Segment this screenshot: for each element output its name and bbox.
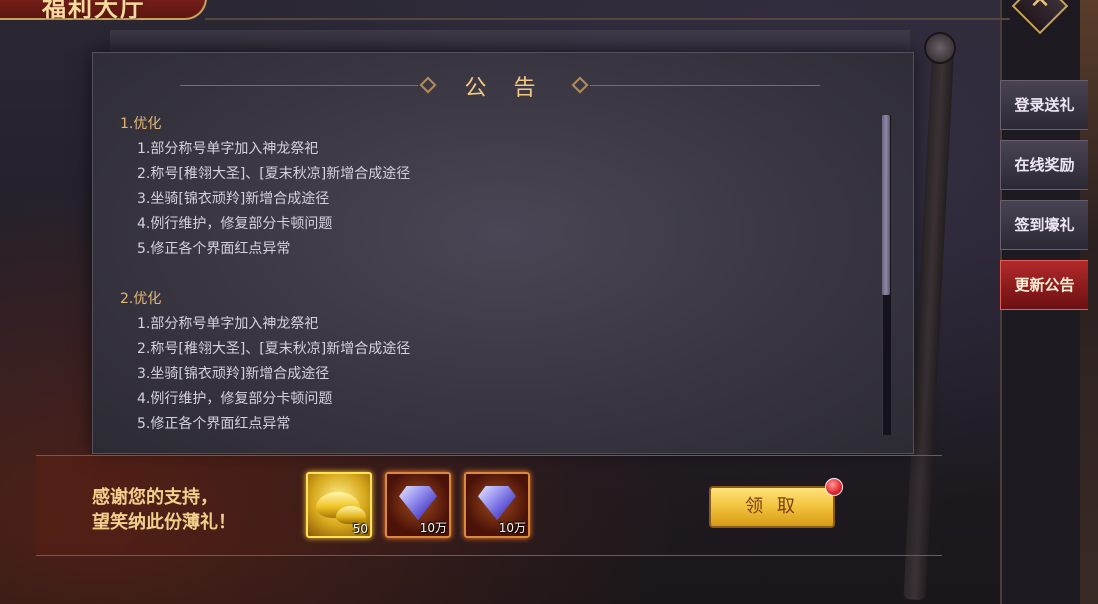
- list-item: 3.坐骑[锦衣顽羚]新增合成途径: [137, 191, 330, 207]
- close-x-icon[interactable]: ✕: [1024, 0, 1056, 16]
- list-item: 4.例行维护，修复部分卡顿问题: [137, 391, 333, 407]
- list-item: 4.例行维护，修复部分卡顿问题: [137, 216, 333, 232]
- reward-quantity: 10万: [419, 521, 447, 535]
- list-item: 5.修正各个界面红点异常: [137, 416, 291, 432]
- thanks-line-1: 感谢您的支持，: [92, 487, 218, 508]
- list-item: 1.部分称号单字加入神龙祭祀: [137, 141, 319, 157]
- notification-dot: [825, 478, 843, 496]
- reward-top-divider: [36, 455, 942, 456]
- thanks-line-2: 望笑纳此份薄礼！: [92, 512, 236, 533]
- claim-button[interactable]: 领 取: [709, 486, 835, 528]
- reward-quantity: 10万: [498, 521, 526, 535]
- reward-item-gold[interactable]: 50: [306, 472, 372, 538]
- list-item: 1.部分称号单字加入神龙祭祀: [137, 316, 319, 332]
- section-title: 1.优化: [120, 116, 162, 132]
- window-title: 福利大厅: [42, 0, 146, 22]
- announcement-heading: 公 告: [464, 76, 546, 101]
- scroll-knob-decoration: [924, 32, 956, 64]
- list-item: 5.修正各个界面红点异常: [137, 241, 291, 257]
- heading-right-line: [590, 85, 820, 86]
- diamond-icon: [399, 486, 437, 520]
- announcement-content: 1.优化 1.部分称号单字加入神龙祭祀 2.称号[稚翎大圣]、[夏末秋凉]新增合…: [120, 112, 820, 437]
- thanks-message: 感谢您的支持， 望笑纳此份薄礼！: [92, 485, 236, 535]
- heading-left-line: [180, 85, 418, 86]
- section-title: 2.优化: [120, 291, 162, 307]
- reward-quantity: 50: [352, 522, 368, 536]
- list-item: 2.称号[稚翎大圣]、[夏末秋凉]新增合成途径: [137, 341, 411, 357]
- reward-item-diamond[interactable]: 10万: [385, 472, 451, 538]
- diamond-icon: [478, 486, 516, 520]
- reward-bottom-divider: [36, 555, 942, 556]
- scrollbar-thumb[interactable]: [882, 115, 890, 295]
- tab-checkin-gift[interactable]: 签到壕礼: [1000, 200, 1088, 250]
- top-divider: [205, 18, 1010, 20]
- tab-update-notice[interactable]: 更新公告: [1000, 260, 1088, 310]
- tab-online-reward[interactable]: 在线奖励: [1000, 140, 1088, 190]
- tab-login-gift[interactable]: 登录送礼: [1000, 80, 1088, 130]
- reward-item-diamond[interactable]: 10万: [464, 472, 530, 538]
- list-item: 2.称号[稚翎大圣]、[夏末秋凉]新增合成途径: [137, 166, 411, 182]
- list-item: 3.坐骑[锦衣顽羚]新增合成途径: [137, 366, 330, 382]
